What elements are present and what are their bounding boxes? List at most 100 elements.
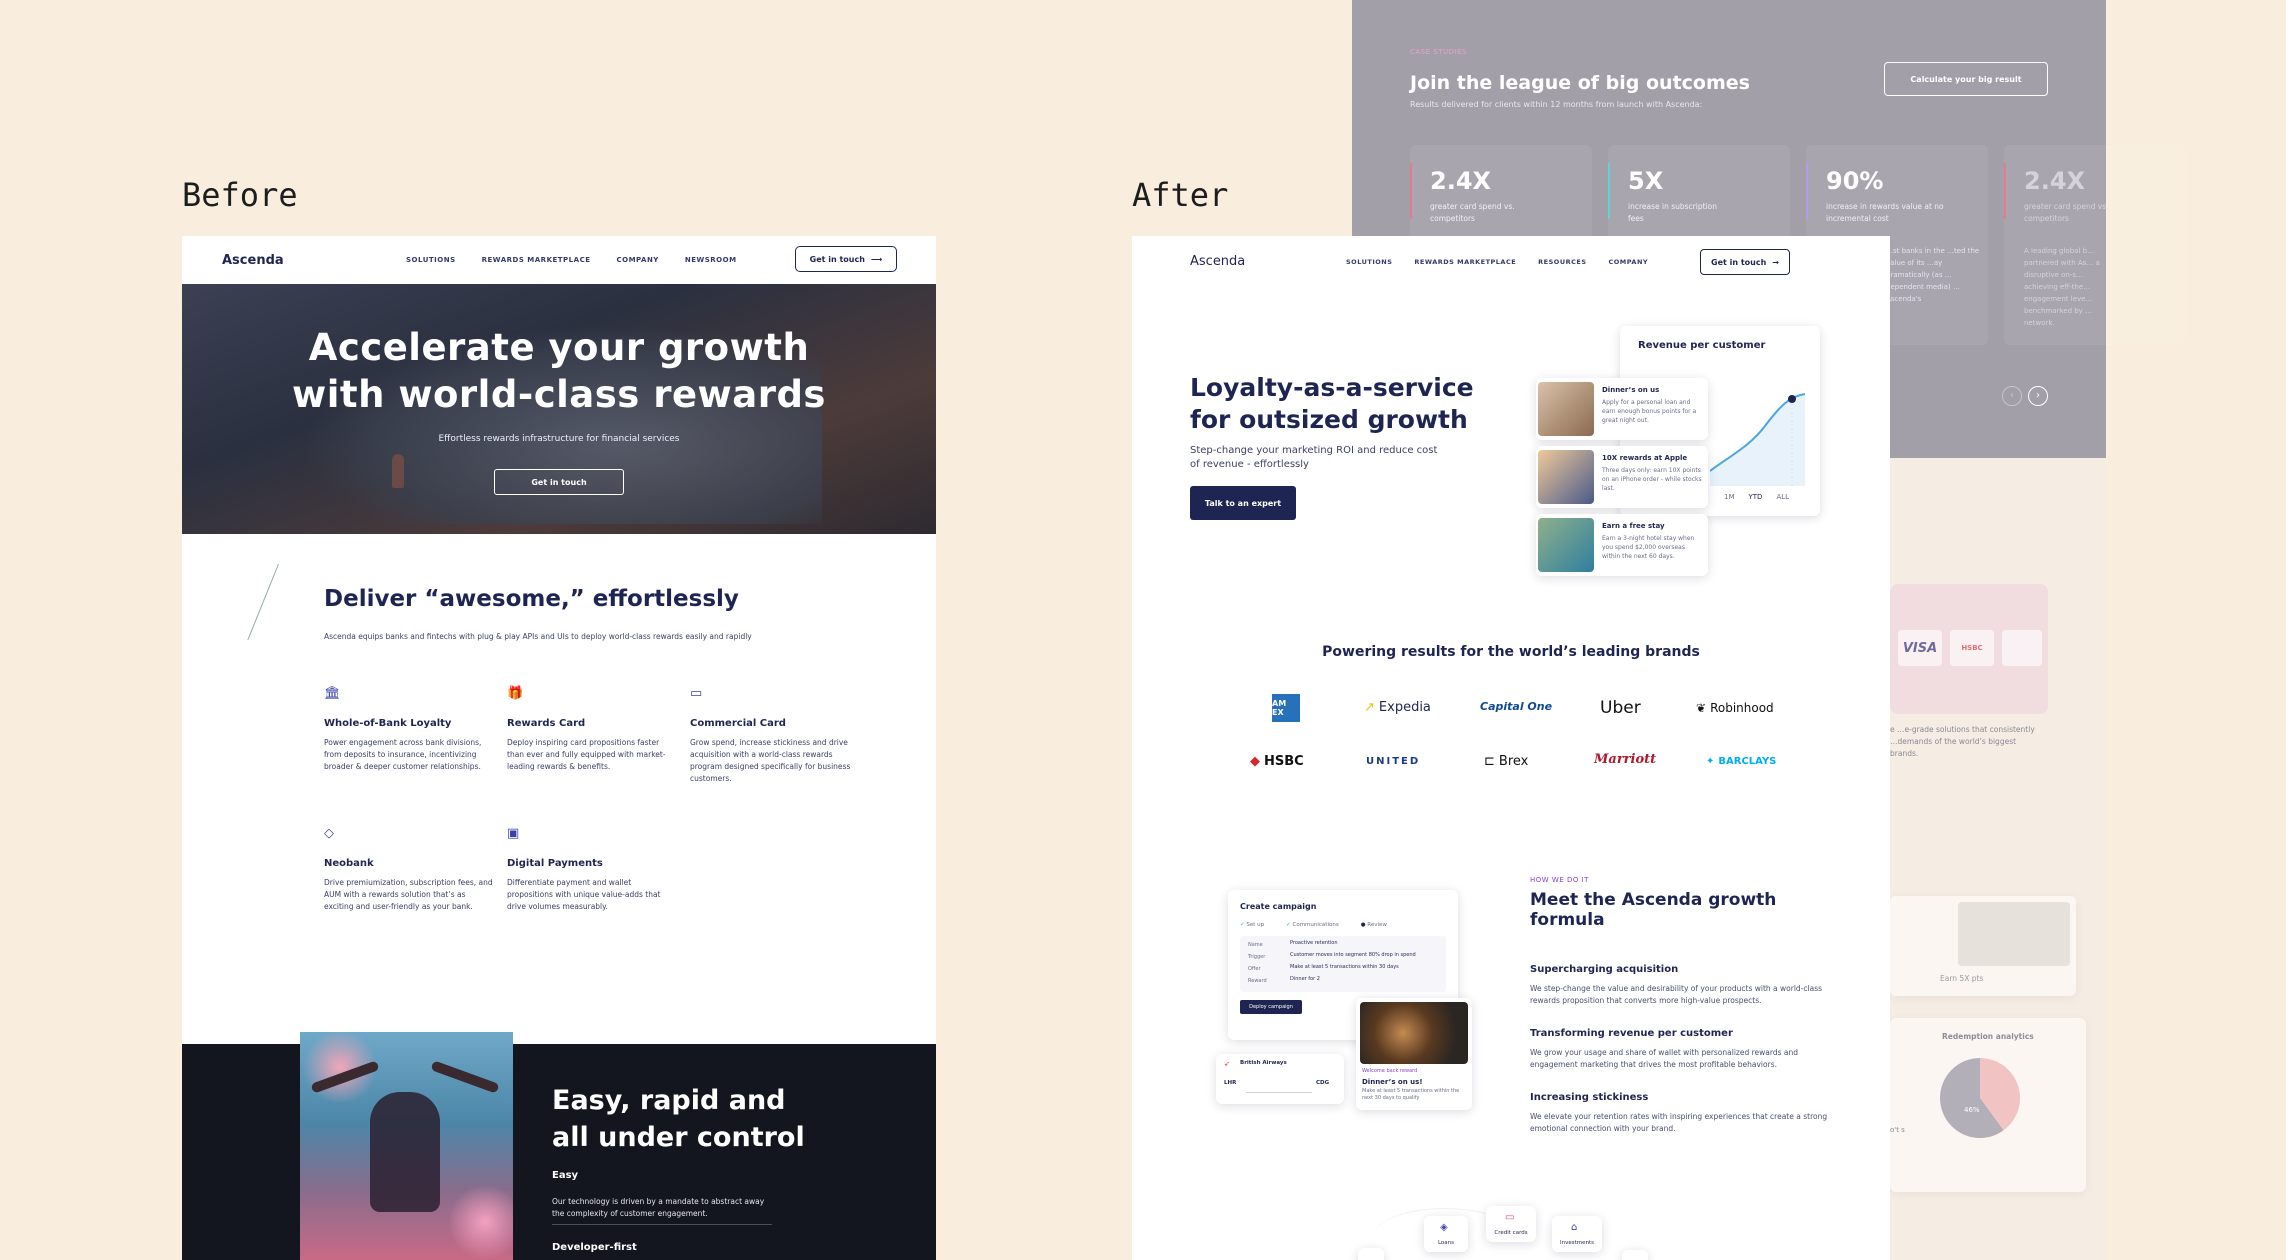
brex-mark-icon: ⊏ [1484,754,1495,769]
step-communications[interactable]: ✓ Communications [1286,920,1339,931]
offer-card[interactable]: Dinner’s on us Apply for a personal loan… [1536,378,1708,440]
nav-newsroom[interactable]: NEWSROOM [685,256,737,264]
feature-title: Commercial Card [690,718,786,729]
divider-line [247,563,279,641]
before-hero: Accelerate your growth with world-class r… [182,284,936,534]
prev-arrow-icon[interactable]: ‹ [2002,386,2022,406]
feather-icon: ❦ [1696,701,1707,715]
stat-value: 5X [1628,167,1664,195]
hsbc-hexagon-icon: ◆ [1250,754,1260,769]
stat-body: …st banks in the …ted the value of its …… [1886,247,1980,303]
talk-to-expert-button[interactable]: Talk to an expert [1190,486,1296,520]
feature-neobank: ◇ Neobank Drive premiumization, subscrip… [324,826,494,913]
stat-accent [2004,163,2006,219]
nav-solutions[interactable]: SOLUTIONS [406,256,456,264]
row-value: Dinner for 2 [1290,976,1320,982]
brand-label: Expedia [1378,700,1431,715]
product-icon-tile[interactable] [1358,1248,1384,1260]
stat-value: 2.4X [2024,167,2086,195]
dinner-text: Make at least 5 transactions within the … [1362,1088,1460,1101]
step-setup[interactable]: ✓ Set up [1240,920,1264,931]
united-logo: UNITED [1366,756,1421,767]
brand-label: HSBC [1264,754,1304,769]
hero-figure [392,454,404,488]
nav-rewards-marketplace[interactable]: REWARDS MARKETPLACE [1414,258,1516,266]
robinhood-logo: ❦ Robinhood [1696,701,1774,715]
row-value: Proactive retention [1290,940,1338,946]
jumping-person-image [300,1032,513,1260]
nav-rewards-marketplace[interactable]: REWARDS MARKETPLACE [482,256,591,264]
dark-developer-heading: Developer-first [552,1242,637,1253]
airline-icon: ➶ [1224,1060,1230,1068]
partner-logos-card: VISA HSBC [1890,584,2048,714]
side-text: e …e-grade solutions that consistently …… [1890,725,2035,758]
after-page: Ascenda SOLUTIONS REWARDS MARKETPLACE RE… [1132,236,1890,1260]
offer-card[interactable]: 10X rewards at Apple Three days only: ea… [1536,446,1708,508]
after-get-in-touch-button[interactable]: Get in touch → [1700,249,1790,275]
how-item-text: We elevate your retention rates with ins… [1530,1112,1828,1133]
nav-solutions[interactable]: SOLUTIONS [1346,258,1392,266]
feature-title: Neobank [324,858,374,869]
before-get-in-touch-button[interactable]: Get in touch ⟶ [795,246,897,272]
step-review[interactable]: ● Review [1361,920,1387,931]
nav-company[interactable]: COMPANY [1609,258,1649,266]
calculate-result-button[interactable]: Calculate your big result [1884,62,2048,96]
brand-label: Robinhood [1710,701,1774,715]
arrow-right-icon: → [1772,257,1779,267]
offer-card[interactable]: Earn a free stay Earn a 3-night hotel st… [1536,514,1708,576]
after-logo[interactable]: Ascenda [1190,254,1245,269]
brand-label: BARCLAYS [1718,756,1777,767]
airline-name: British Airways [1240,1060,1287,1066]
before-logo[interactable]: Ascenda [222,253,284,268]
uber-logo: Uber [1600,698,1641,718]
feature-title: Digital Payments [507,858,603,869]
case-studies-sub: Results delivered for clients within 12 … [1410,100,1703,109]
feature-text: Power engagement across bank divisions, … [324,738,482,771]
dinner-image [1360,1002,1468,1064]
next-arrow-icon[interactable]: › [2028,386,2048,406]
loans-icon: ◈ [1440,1222,1448,1233]
tick-all[interactable]: ALL [1776,492,1789,503]
loans-tile[interactable]: ◈ Loans [1424,1216,1468,1252]
feature-text: Differentiate payment and wallet proposi… [507,878,661,911]
brands-title: Powering results for the world’s leading… [1322,644,1700,660]
offer-text: Three days only: earn 10X points on an i… [1602,467,1702,492]
marriott-logo: Marriott [1594,752,1657,767]
tick-1m[interactable]: 1M [1724,492,1735,503]
eagle-icon: ✦ [1706,756,1715,767]
stat-accent [1806,163,1808,219]
feature-title: Whole-of-Bank Loyalty [324,718,452,729]
offer-image [1538,518,1594,572]
image-arm [430,1060,500,1094]
feature-whole-of-bank: 🏛 Whole-of-Bank Loyalty Power engagement… [324,686,494,773]
gift-icon: 🎁 [507,686,524,701]
row-value: Make at least 5 transactions within 30 d… [1290,964,1399,970]
earn-card: Earn 5X pts [1890,896,2076,996]
hsbc-logo: ◆ HSBC [1250,754,1304,769]
before-hero-button[interactable]: Get in touch [494,469,624,495]
before-page: Ascenda SOLUTIONS REWARDS MARKETPLACE CO… [182,236,936,1260]
offer-image [1538,450,1594,504]
feature-digital-payments: ▣ Digital Payments Differentiate payment… [507,826,677,913]
flight-origin: LHR [1224,1080,1237,1086]
nav-company[interactable]: COMPANY [616,256,658,264]
how-item-title: Transforming revenue per customer [1530,1028,1733,1039]
dark-easy-text: Our technology is driven by a mandate to… [552,1197,765,1218]
how-kicker: HOW WE DO IT [1530,876,1589,884]
brex-logo: ⊏ Brex [1484,754,1528,769]
bank-icon: 🏛 [324,686,341,701]
credit-card-icon: ▭ [1505,1212,1515,1223]
nav-resources[interactable]: RESOURCES [1538,258,1586,266]
card-icon: ▭ [690,686,703,701]
investments-tile[interactable]: ⌂ Investments [1552,1216,1602,1252]
product-icon-tile[interactable] [1622,1250,1648,1260]
feature-commercial-card: ▭ Commercial Card Grow spend, increase s… [690,686,860,785]
expedia-mark-icon: ↗ [1364,700,1375,715]
after-caption: After [1132,176,1229,214]
button-label: Get in touch [1711,257,1767,267]
dark-easy-heading: Easy [552,1170,579,1181]
credit-cards-tile[interactable]: ▭ Credit cards [1486,1206,1536,1242]
deploy-campaign-button[interactable]: Deploy campaign [1240,1000,1302,1014]
tick-ytd[interactable]: YTD [1749,492,1763,503]
offer-text: Earn a 3-night hotel stay when you spend… [1602,535,1695,560]
